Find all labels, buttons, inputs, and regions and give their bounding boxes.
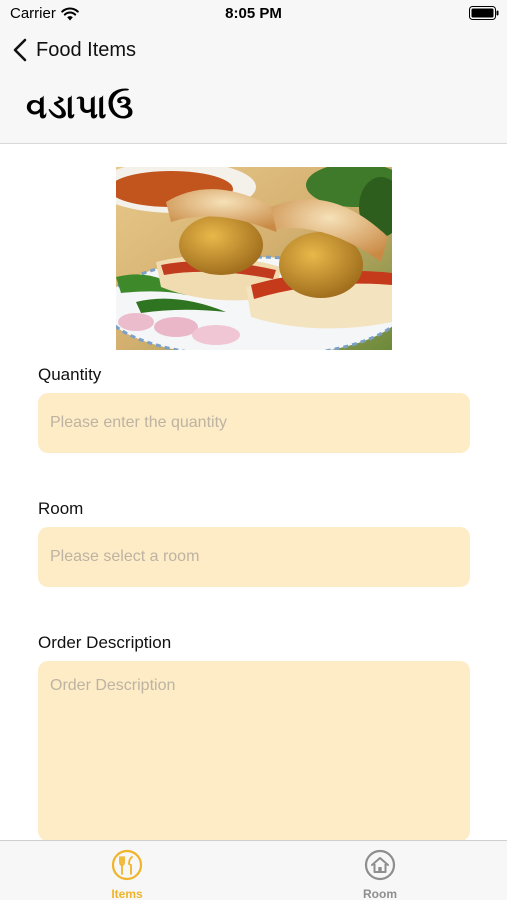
navigation-bar: Food Items વડાપાઉ bbox=[0, 28, 507, 144]
fork-knife-icon bbox=[111, 849, 143, 881]
vada-pav-photo bbox=[116, 167, 392, 350]
tab-room-label: Room bbox=[363, 887, 397, 900]
battery-icon bbox=[469, 6, 499, 20]
order-description-textarea[interactable]: Order Description bbox=[38, 661, 470, 841]
page-title: વડાપાઉ bbox=[26, 88, 135, 126]
back-button[interactable]: Food Items bbox=[12, 38, 136, 62]
order-description-label: Order Description bbox=[38, 633, 172, 652]
room-select[interactable]: Please select a room bbox=[38, 527, 470, 587]
tab-bar: Items Room bbox=[0, 840, 507, 900]
tab-items-label: Items bbox=[111, 887, 143, 900]
home-icon bbox=[364, 849, 396, 881]
back-button-label: Food Items bbox=[36, 38, 137, 61]
status-time: 8:05 PM bbox=[225, 5, 282, 22]
tab-room[interactable]: Room bbox=[320, 849, 440, 900]
app-screen: Carrier 8:05 PM Food Items વડાપાઉ Quanti… bbox=[0, 0, 507, 900]
quantity-label: Quantity bbox=[38, 365, 102, 384]
room-label: Room bbox=[38, 499, 84, 518]
tab-items[interactable]: Items bbox=[67, 849, 187, 900]
status-bar: Carrier 8:05 PM bbox=[0, 0, 507, 28]
chevron-left-icon bbox=[13, 38, 27, 62]
food-image bbox=[116, 167, 392, 350]
quantity-input[interactable]: Please enter the quantity bbox=[38, 393, 470, 453]
